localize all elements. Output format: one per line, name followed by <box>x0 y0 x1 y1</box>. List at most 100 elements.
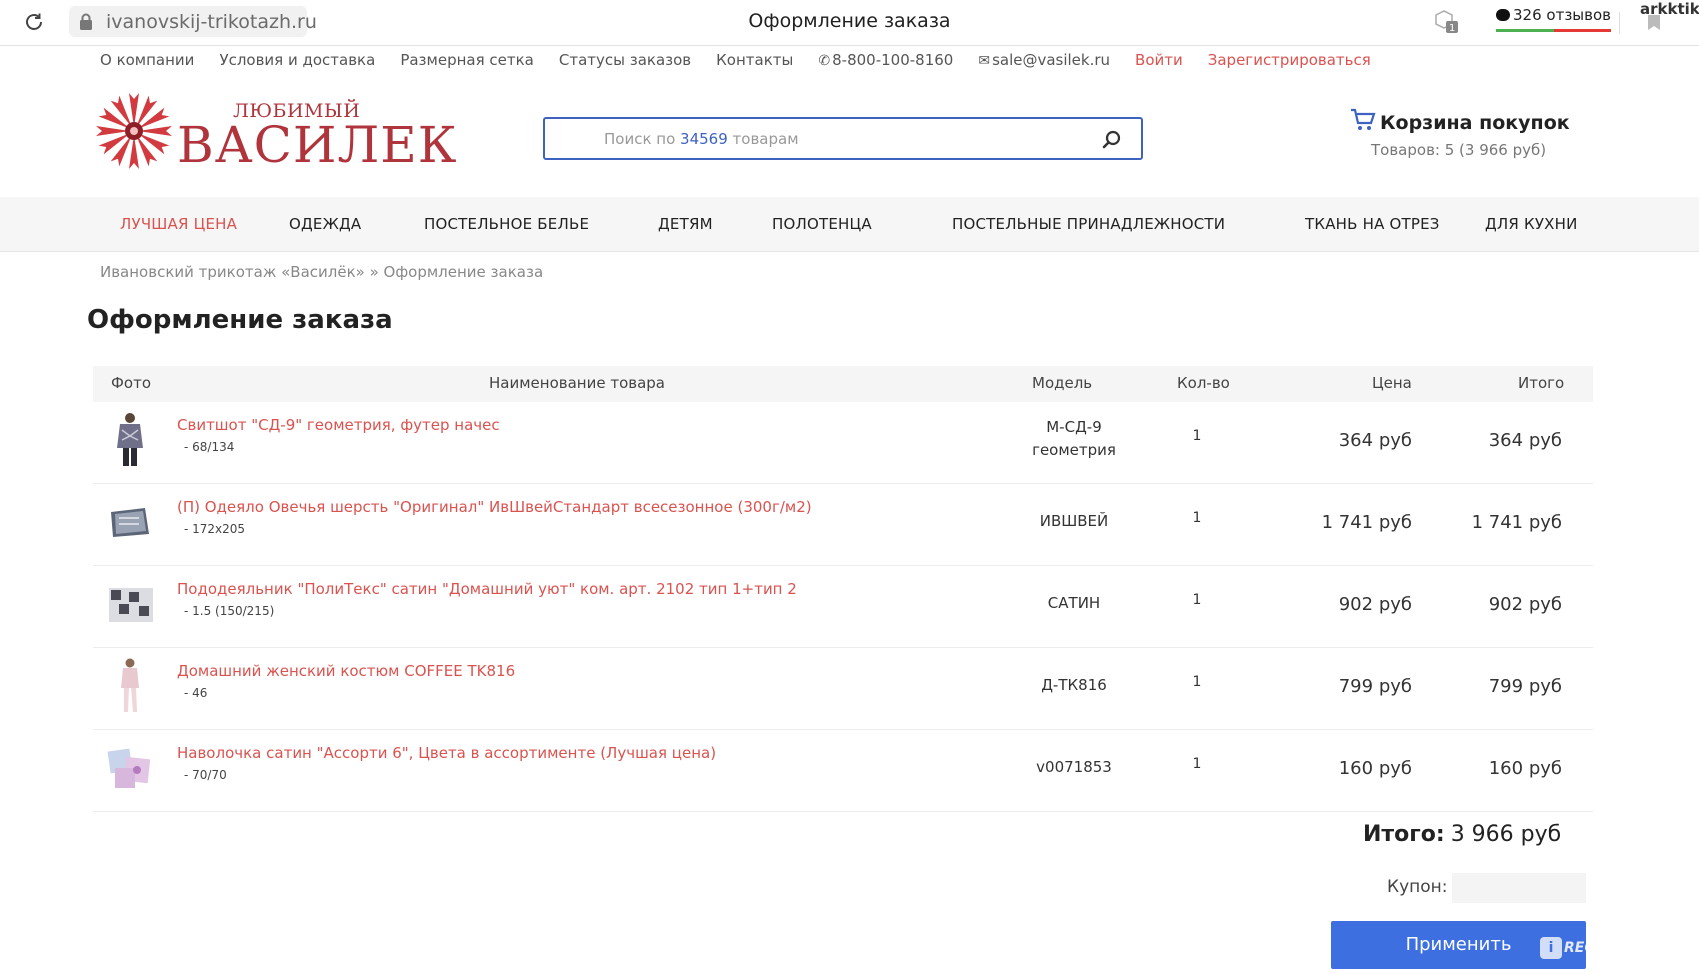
table-row: Домашний женский костюм COFFEE TK816 - 4… <box>93 648 1593 730</box>
breadcrumb[interactable]: Ивановский трикотаж «Василёк» » Оформлен… <box>100 263 543 281</box>
search-icon[interactable] <box>1102 130 1121 149</box>
product-photo-pillowcase[interactable] <box>107 738 153 796</box>
product-price: 799 руб <box>1338 676 1412 697</box>
product-model: v0071853 <box>993 756 1155 779</box>
search-placeholder-prefix: Поиск по <box>604 130 681 148</box>
order-total: Итого: 3 966 руб <box>1363 822 1561 847</box>
phone-icon: ✆ <box>818 53 831 69</box>
search-input[interactable]: Поиск по 34569 товарам <box>543 117 1143 160</box>
product-model: САТИН <box>993 592 1155 615</box>
nav-sizes[interactable]: Размерная сетка <box>400 51 534 73</box>
column-price: Цена <box>1372 374 1412 392</box>
category-best-price[interactable]: ЛУЧШАЯ ЦЕНА <box>120 215 237 233</box>
product-link[interactable]: Наволочка сатин "Ассорти 6", Цвета в асс… <box>177 744 716 762</box>
product-quantity: 1 <box>1192 592 1202 608</box>
product-model-line: ИВШВЕЙ <box>1039 512 1109 530</box>
table-header: Фото Наименование товара Модель Кол-во Ц… <box>93 366 1593 402</box>
svg-text:1: 1 <box>1449 23 1455 34</box>
nav-about[interactable]: О компании <box>100 51 194 73</box>
product-link[interactable]: Пододеяльник "ПолиТекс" сатин "Домашний … <box>177 580 797 598</box>
product-total: 902 руб <box>1488 594 1562 615</box>
register-link[interactable]: Зарегистрироваться <box>1208 51 1371 73</box>
product-photo-home-suit[interactable] <box>107 656 153 714</box>
category-bedding-accessories[interactable]: ПОСТЕЛЬНЫЕ ПРИНАДЛЕЖНОСТИ <box>952 215 1225 233</box>
coupon-field[interactable] <box>1452 873 1586 903</box>
table-row: Наволочка сатин "Ассорти 6", Цвета в асс… <box>93 730 1593 812</box>
cornflower-logo-icon <box>96 93 172 169</box>
category-clothing[interactable]: ОДЕЖДА <box>289 215 361 233</box>
watermark-username: arkktika <box>1640 0 1699 18</box>
column-qty: Кол-во <box>1177 374 1230 392</box>
watermark-logo-icon: i <box>1540 937 1562 959</box>
product-total: 160 руб <box>1488 758 1562 779</box>
login-link[interactable]: Войти <box>1135 51 1183 73</box>
product-model: ИВШВЕЙ <box>993 510 1155 533</box>
search-placeholder: Поиск по 34569 товарам <box>604 130 799 148</box>
product-model-line: М-СД-9 <box>1046 418 1102 436</box>
nav-delivery[interactable]: Условия и доставка <box>219 51 375 73</box>
search-product-count: 34569 <box>680 130 728 148</box>
nav-phone[interactable]: ✆ 8-800-100-8160 <box>818 51 953 73</box>
nav-email[interactable]: ✉ sale@vasilek.ru <box>978 51 1110 73</box>
category-kitchen[interactable]: ДЛЯ КУХНИ <box>1485 215 1578 233</box>
email-address: sale@vasilek.ru <box>992 51 1111 69</box>
watermark-text: RECOMMEND.RU <box>1564 940 1695 956</box>
product-variant: - 46 <box>184 686 208 700</box>
product-photo-duvet-cover[interactable] <box>107 574 153 632</box>
reviews-count: 326 отзывов <box>1513 6 1611 24</box>
reviews-badge[interactable]: 326 отзывов <box>1496 6 1611 32</box>
product-link[interactable]: (П) Одеяло Овечья шерсть "Оригинал" ИвШв… <box>177 498 812 516</box>
product-price: 902 руб <box>1338 594 1412 615</box>
logo-wordmark: ВАСИЛЕК <box>177 116 458 174</box>
column-photo: Фото <box>111 374 152 392</box>
product-variant: - 70/70 <box>184 768 227 782</box>
product-model-line: САТИН <box>1047 594 1101 612</box>
column-model: Модель <box>1032 374 1093 392</box>
browser-toolbar: ivanovskij-trikotazh.ru Оформление заказ… <box>0 0 1699 46</box>
product-model: М-СД-9 геометрия <box>993 416 1155 462</box>
table-row: (П) Одеяло Овечья шерсть "Оригинал" ИвШв… <box>93 484 1593 566</box>
phone-number: 8-800-100-8160 <box>832 51 954 69</box>
product-quantity: 1 <box>1192 756 1202 772</box>
site-logo[interactable]: ЛЮБИМЫЙ ВАСИЛЕК <box>93 88 456 176</box>
order-total-value: 3 966 руб <box>1450 822 1562 847</box>
nav-contacts[interactable]: Контакты <box>716 51 793 73</box>
product-variant: - 1.5 (150/215) <box>184 604 275 618</box>
column-name: Наименование товара <box>489 374 665 392</box>
product-total: 1 741 руб <box>1471 512 1562 533</box>
reload-icon[interactable] <box>22 10 46 34</box>
product-price: 364 руб <box>1338 430 1412 451</box>
page-title: Оформление заказа <box>87 305 393 335</box>
table-row: Пододеяльник "ПолиТекс" сатин "Домашний … <box>93 566 1593 648</box>
product-link[interactable]: Домашний женский костюм COFFEE TK816 <box>177 662 515 680</box>
product-variant: - 172x205 <box>184 522 246 536</box>
toolbar-divider <box>1619 12 1620 34</box>
category-towels[interactable]: ПОЛОТЕНЦА <box>772 215 872 233</box>
order-total-label: Итого: <box>1363 822 1445 847</box>
product-variant: - 68/134 <box>184 440 235 454</box>
table-row: Свитшот "СД-9" геометрия, футер начес - … <box>93 402 1593 484</box>
cart-summary: Товаров: 5 (3 966 руб) <box>1371 141 1547 159</box>
category-menu: ЛУЧШАЯ ЦЕНА ОДЕЖДА ПОСТЕЛЬНОЕ БЕЛЬЕ ДЕТЯ… <box>0 197 1699 252</box>
product-photo-sweatshirt[interactable] <box>107 410 153 468</box>
url-text: ivanovskij-trikotazh.ru <box>106 11 317 33</box>
extension-icon[interactable]: 1 <box>1432 9 1460 35</box>
nav-order-statuses[interactable]: Статусы заказов <box>559 51 691 73</box>
tab-title: Оформление заказа <box>748 10 951 32</box>
watermark: i RECOMMEND.RU <box>1540 937 1695 963</box>
category-fabric[interactable]: ТКАНЬ НА ОТРЕЗ <box>1305 215 1440 233</box>
product-photo-blanket[interactable] <box>107 492 153 550</box>
category-kids[interactable]: ДЕТЯМ <box>658 215 713 233</box>
product-total: 799 руб <box>1488 676 1562 697</box>
product-model-line: Д-ТК816 <box>1041 676 1107 694</box>
product-quantity: 1 <box>1192 674 1202 690</box>
comment-icon <box>1496 9 1510 21</box>
envelope-icon: ✉ <box>978 53 991 69</box>
product-quantity: 1 <box>1192 510 1202 526</box>
cart-title-text: Корзина покупок <box>1380 112 1570 134</box>
product-link[interactable]: Свитшот "СД-9" геометрия, футер начес <box>177 416 500 434</box>
search-placeholder-suffix: товарам <box>727 130 799 148</box>
address-bar[interactable]: ivanovskij-trikotazh.ru <box>69 6 317 37</box>
product-price: 1 741 руб <box>1321 512 1412 533</box>
category-bed-linen[interactable]: ПОСТЕЛЬНОЕ БЕЛЬЕ <box>424 215 589 233</box>
